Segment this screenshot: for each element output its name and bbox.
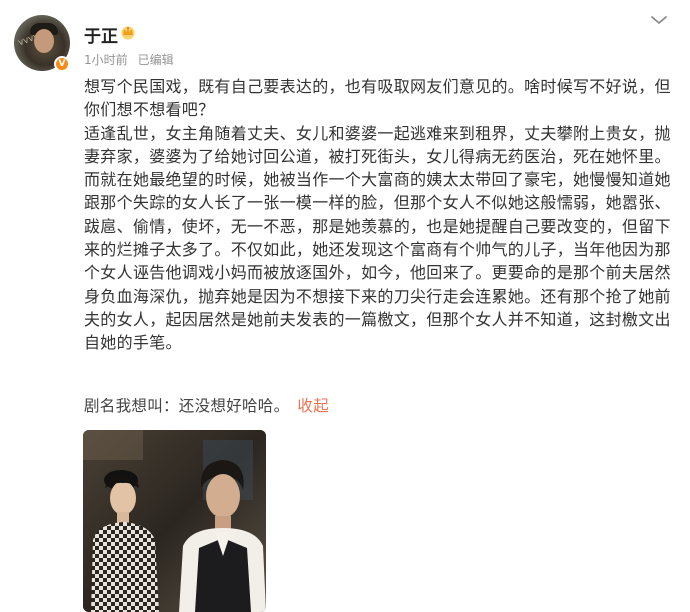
author-name[interactable]: 于正 [84,22,118,47]
post-meta: 1小时前 已编辑 [84,51,174,68]
avatar-face [34,29,54,53]
post-paragraph: 想写个民国戏，既有自己要表达的，也有吸取网友们意见的。啥时候写不好说，但 你们想… [84,77,671,120]
photo-illustration [83,430,266,612]
collapse-link[interactable]: 收起 [297,397,329,415]
post-content: 想写个民国戏，既有自己要表达的，也有吸取网友们意见的。啥时候写不好说，但 你们想… [84,75,684,355]
post-paragraph: 适逢乱世，女主角随着丈夫、女儿和婆婆一起逃难来到租界，丈夫攀附上贵女，抛 妻弃家… [84,123,671,353]
crown-icon [121,26,135,40]
post-time[interactable]: 1小时前 [84,53,128,67]
post-footer: 剧名我想叫：还没想好哈哈。 收起 [84,394,329,416]
drama-name-text: 剧名我想叫：还没想好哈哈。 [84,397,290,415]
photo[interactable] [83,430,266,612]
more-options-icon[interactable] [650,14,668,26]
verified-badge-icon: V [54,56,70,72]
edited-label[interactable]: 已编辑 [138,53,174,67]
